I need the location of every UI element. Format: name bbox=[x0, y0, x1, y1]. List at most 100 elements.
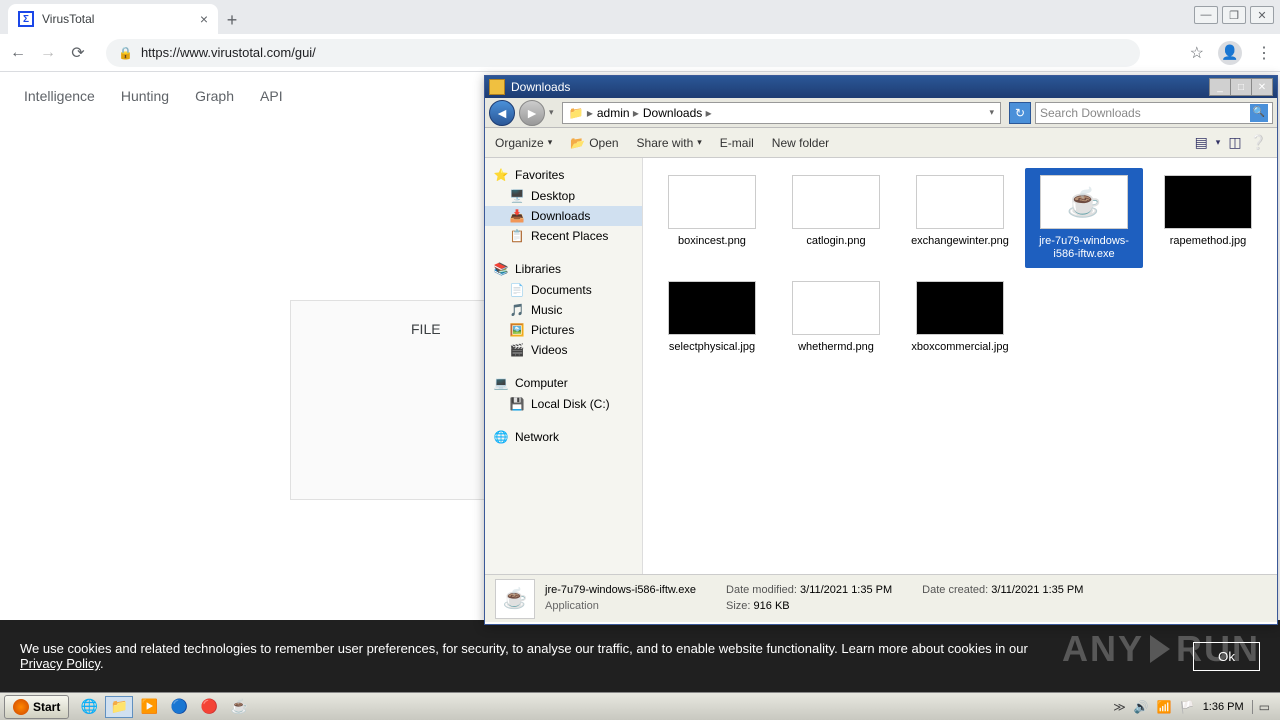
help-icon[interactable]: ❔ bbox=[1250, 134, 1267, 151]
start-orb-icon bbox=[13, 699, 29, 715]
sidebar-item-videos[interactable]: 🎬Videos bbox=[485, 340, 642, 360]
taskbar-explorer-icon[interactable]: 📁 bbox=[105, 696, 133, 718]
show-desktop-button[interactable]: ▭ bbox=[1252, 700, 1270, 714]
breadcrumb-dropdown-icon[interactable]: ▾ bbox=[989, 107, 994, 118]
image-thumbnail-icon bbox=[668, 175, 756, 229]
file-item[interactable]: rapemethod.jpg bbox=[1149, 168, 1267, 268]
lock-icon: 🔒 bbox=[118, 46, 133, 60]
back-button[interactable]: ← bbox=[8, 43, 28, 63]
file-item[interactable]: selectphysical.jpg bbox=[653, 274, 771, 361]
file-item[interactable]: boxincest.png bbox=[653, 168, 771, 268]
vt-nav-api[interactable]: API bbox=[260, 88, 283, 104]
star-icon: ⭐ bbox=[493, 167, 509, 183]
chrome-tabstrip: Σ VirusTotal × + bbox=[0, 0, 1280, 34]
tab-close-icon[interactable]: × bbox=[200, 11, 208, 27]
new-tab-button[interactable]: + bbox=[218, 6, 246, 34]
chrome-toolbar: ← → ⟳ 🔒 https://www.virustotal.com/gui/ … bbox=[0, 34, 1280, 72]
email-button[interactable]: E-mail bbox=[720, 136, 754, 150]
details-pane: ☕ jre-7u79-windows-i586-iftw.exe Applica… bbox=[485, 574, 1277, 622]
breadcrumb[interactable]: 📁 admin Downloads ▾ bbox=[562, 102, 1001, 124]
vt-nav-hunting[interactable]: Hunting bbox=[121, 88, 169, 104]
profile-avatar-icon[interactable]: 👤 bbox=[1218, 41, 1242, 65]
sidebar-item-recent[interactable]: 📋Recent Places bbox=[485, 226, 642, 246]
explorer-minimize-button[interactable]: _ bbox=[1209, 78, 1231, 96]
details-filetype: Application bbox=[545, 599, 696, 614]
explorer-close-button[interactable]: ✕ bbox=[1251, 78, 1273, 96]
history-dropdown-icon[interactable]: ▾ bbox=[549, 107, 554, 118]
preview-pane-icon[interactable]: ◫ bbox=[1228, 134, 1241, 151]
explorer-navbar: ◄ ► ▾ 📁 admin Downloads ▾ ↻ Search Downl… bbox=[485, 98, 1277, 128]
tray-volume-icon[interactable]: 🔊 bbox=[1134, 700, 1149, 714]
tray-flag-icon[interactable]: 🏳️ bbox=[1180, 700, 1195, 714]
bookmark-star-icon[interactable]: ☆ bbox=[1190, 43, 1204, 63]
cookie-ok-button[interactable]: Ok bbox=[1193, 642, 1260, 671]
taskbar-opera-icon[interactable]: 🔴 bbox=[195, 696, 223, 718]
reload-button[interactable]: ⟳ bbox=[68, 43, 88, 63]
file-label: xboxcommercial.jpg bbox=[904, 341, 1016, 354]
breadcrumb-segment-admin[interactable]: admin bbox=[597, 106, 639, 120]
documents-icon: 📄 bbox=[509, 282, 525, 298]
privacy-policy-link[interactable]: Privacy Policy bbox=[20, 656, 100, 671]
explorer-back-button[interactable]: ◄ bbox=[489, 100, 515, 126]
tray-expand-icon[interactable]: ≫ bbox=[1113, 700, 1126, 714]
search-icon[interactable]: 🔍 bbox=[1250, 104, 1268, 122]
organize-button[interactable]: Organize bbox=[495, 136, 552, 150]
breadcrumb-segment-downloads[interactable]: Downloads bbox=[643, 106, 712, 120]
chrome-maximize-button[interactable]: ❐ bbox=[1222, 6, 1246, 24]
file-grid[interactable]: boxincest.pngcatlogin.pngexchangewinter.… bbox=[643, 158, 1277, 574]
file-item[interactable]: exchangewinter.png bbox=[901, 168, 1019, 268]
sidebar-libraries-header[interactable]: 📚Libraries bbox=[485, 258, 642, 280]
image-thumbnail-icon bbox=[792, 281, 880, 335]
open-button[interactable]: 📂Open bbox=[570, 136, 618, 150]
explorer-maximize-button[interactable]: □ bbox=[1230, 78, 1252, 96]
image-thumbnail-icon bbox=[916, 281, 1004, 335]
explorer-search-input[interactable]: Search Downloads 🔍 bbox=[1035, 102, 1273, 124]
music-icon: 🎵 bbox=[509, 302, 525, 318]
taskbar-ie-icon[interactable]: 🌐 bbox=[75, 696, 103, 718]
explorer-sidebar: ⭐Favorites 🖥️Desktop 📥Downloads 📋Recent … bbox=[485, 158, 643, 574]
explorer-window: Downloads _ □ ✕ ◄ ► ▾ 📁 admin Downloads … bbox=[484, 75, 1278, 625]
vt-nav-graph[interactable]: Graph bbox=[195, 88, 234, 104]
sidebar-item-music[interactable]: 🎵Music bbox=[485, 300, 642, 320]
forward-button[interactable]: → bbox=[38, 43, 58, 63]
file-item[interactable]: whethermd.png bbox=[777, 274, 895, 361]
file-item[interactable]: catlogin.png bbox=[777, 168, 895, 268]
sidebar-computer-header[interactable]: 💻Computer bbox=[485, 372, 642, 394]
sidebar-item-pictures[interactable]: 🖼️Pictures bbox=[485, 320, 642, 340]
sidebar-item-local-disk[interactable]: 💾Local Disk (C:) bbox=[485, 394, 642, 414]
computer-icon: 💻 bbox=[493, 375, 509, 391]
tray-clock[interactable]: 1:36 PM bbox=[1203, 701, 1244, 713]
browser-tab[interactable]: Σ VirusTotal × bbox=[8, 4, 218, 34]
share-button[interactable]: Share with bbox=[637, 136, 702, 150]
new-folder-button[interactable]: New folder bbox=[772, 136, 829, 150]
sidebar-favorites-header[interactable]: ⭐Favorites bbox=[485, 164, 642, 186]
chrome-close-button[interactable]: ✕ bbox=[1250, 6, 1274, 24]
start-button[interactable]: Start bbox=[4, 695, 69, 719]
chrome-minimize-button[interactable]: — bbox=[1194, 6, 1218, 24]
sidebar-item-downloads[interactable]: 📥Downloads bbox=[485, 206, 642, 226]
taskbar-java-icon[interactable]: ☕ bbox=[225, 696, 253, 718]
explorer-toolbar: Organize 📂Open Share with E-mail New fol… bbox=[485, 128, 1277, 158]
network-icon: 🌐 bbox=[493, 429, 509, 445]
file-item[interactable]: xboxcommercial.jpg bbox=[901, 274, 1019, 361]
explorer-titlebar[interactable]: Downloads _ □ ✕ bbox=[485, 76, 1277, 98]
details-created-value: 3/11/2021 1:35 PM bbox=[991, 584, 1083, 596]
exe-icon: ☕ bbox=[1040, 175, 1128, 229]
view-mode-icon[interactable]: ▤ bbox=[1195, 134, 1208, 151]
tray-network-icon[interactable]: 📶 bbox=[1157, 700, 1172, 714]
vt-nav-intelligence[interactable]: Intelligence bbox=[24, 88, 95, 104]
explorer-forward-button[interactable]: ► bbox=[519, 100, 545, 126]
view-dropdown-icon[interactable]: ▾ bbox=[1216, 137, 1221, 148]
explorer-refresh-button[interactable]: ↻ bbox=[1009, 102, 1031, 124]
file-label: rapemethod.jpg bbox=[1152, 235, 1264, 248]
taskbar-chrome-icon[interactable]: 🔵 bbox=[165, 696, 193, 718]
sidebar-item-desktop[interactable]: 🖥️Desktop bbox=[485, 186, 642, 206]
taskbar-media-icon[interactable]: ▶️ bbox=[135, 696, 163, 718]
chrome-menu-icon[interactable]: ⋮ bbox=[1256, 43, 1272, 63]
address-bar[interactable]: 🔒 https://www.virustotal.com/gui/ bbox=[106, 39, 1140, 67]
sidebar-network-header[interactable]: 🌐Network bbox=[485, 426, 642, 448]
details-file-icon: ☕ bbox=[495, 579, 535, 619]
sidebar-item-documents[interactable]: 📄Documents bbox=[485, 280, 642, 300]
folder-icon bbox=[489, 79, 505, 95]
file-item[interactable]: ☕jre-7u79-windows-i586-iftw.exe bbox=[1025, 168, 1143, 268]
